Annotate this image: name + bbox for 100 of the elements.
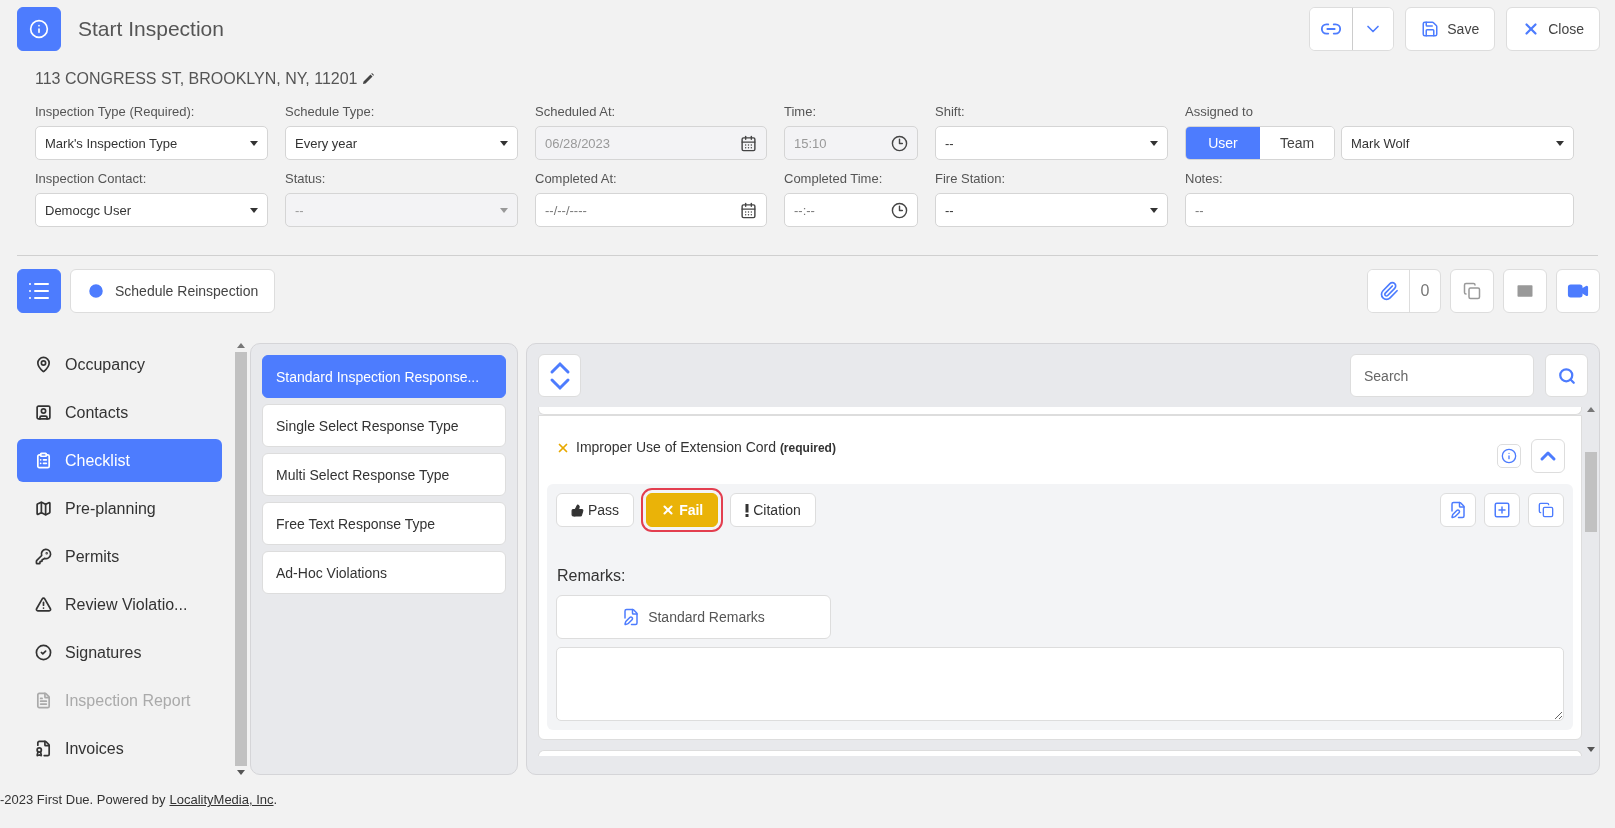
close-button[interactable]: Close [1506, 7, 1600, 51]
section-item[interactable]: Multi Select Response Type [262, 453, 506, 496]
caret-icon [500, 140, 508, 146]
copy-icon [1463, 282, 1481, 300]
menu-button[interactable] [17, 269, 61, 313]
search-button[interactable] [1545, 354, 1588, 397]
collapse-button[interactable] [1531, 439, 1565, 473]
pencil-icon[interactable] [360, 72, 375, 86]
x-icon [661, 503, 676, 517]
save-icon [1421, 20, 1440, 38]
badge-document-icon [35, 740, 52, 757]
select-field[interactable]: Every year [285, 126, 518, 160]
field-label: Inspection Type (Required): [35, 104, 196, 119]
info-icon [29, 19, 49, 39]
sidebar-item[interactable]: Contacts [17, 391, 222, 434]
caret-icon [250, 207, 258, 213]
section-item[interactable]: Standard Inspection Response... [262, 355, 506, 398]
select-field[interactable]: Mark Wolf [1341, 126, 1574, 160]
sidebar-item[interactable]: Review Violatio... [17, 583, 222, 626]
edit-document-icon [1449, 501, 1467, 519]
add-button[interactable] [1484, 493, 1520, 527]
plus-square-icon [1493, 501, 1511, 519]
search-icon [1557, 366, 1576, 385]
clipboard-icon [35, 452, 52, 469]
section-item[interactable]: Single Select Response Type [262, 404, 506, 447]
paperclip-icon [1378, 281, 1399, 301]
response-button[interactable]: Pass [556, 493, 635, 527]
footer-text: -2023 First Due. Powered by [0, 792, 166, 807]
caret-icon [1556, 140, 1564, 146]
section-item[interactable]: Free Text Response Type [262, 502, 506, 545]
field-label: Time: [784, 104, 818, 119]
field-label: Status: [285, 171, 327, 186]
info-button[interactable] [17, 7, 61, 51]
copy-button[interactable] [1528, 493, 1564, 527]
footer-text: . [273, 792, 278, 807]
field-label: Completed At: [535, 171, 618, 186]
field-label: Scheduled At: [535, 104, 617, 119]
check-circle-icon [35, 644, 52, 661]
remarks-label: Remarks: [557, 567, 627, 585]
item-title: Improper Use of Extension Cord (required) [576, 439, 837, 455]
sidebar-item[interactable]: Signatures [17, 631, 222, 674]
expand-collapse-button[interactable] [538, 354, 581, 397]
caret-icon [1150, 140, 1158, 146]
field-label: Fire Station: [935, 171, 1007, 186]
exclamation-icon [745, 503, 750, 517]
email-button[interactable] [1503, 269, 1547, 313]
sidebar-item[interactable]: Pre-planning [17, 487, 222, 530]
page-title: Start Inspection [78, 17, 225, 41]
field-label: Completed Time: [784, 171, 884, 186]
caret-icon [1150, 207, 1158, 213]
caret-icon [250, 140, 258, 146]
map-icon [35, 500, 52, 517]
warning-icon [35, 596, 52, 613]
attach-button[interactable] [1368, 270, 1410, 312]
assign-toggle-option[interactable]: Team [1260, 127, 1334, 159]
section-item[interactable]: Ad-Hoc Violations [262, 551, 506, 594]
select-field[interactable]: -- [935, 193, 1168, 227]
caret-icon [500, 207, 508, 213]
select-field[interactable]: Mark's Inspection Type [35, 126, 268, 160]
standard-remarks-button[interactable]: Standard Remarks [556, 595, 831, 639]
select-field[interactable]: -- [935, 126, 1168, 160]
contact-card-icon [35, 404, 52, 421]
copy-button[interactable] [1450, 269, 1494, 313]
edit-document-icon [622, 608, 641, 626]
date-field[interactable]: --/--/---- [535, 193, 767, 227]
save-button[interactable]: Save [1405, 7, 1496, 51]
map-pin-icon [35, 356, 52, 373]
remarks-field[interactable] [556, 647, 1564, 721]
chevrons-up-down-icon [548, 360, 571, 391]
time-field[interactable]: --:-- [784, 193, 918, 227]
field-label: Inspection Contact: [35, 171, 148, 186]
select-field[interactable]: Democgc User [35, 193, 268, 227]
edit-note-button[interactable] [1440, 493, 1476, 527]
footer-link[interactable]: LocalityMedia, Inc [169, 792, 274, 807]
response-button[interactable]: Citation [730, 493, 816, 527]
sidebar-item[interactable]: Checklist [17, 439, 222, 482]
scrollbar[interactable] [1584, 407, 1597, 752]
sidebar-item[interactable]: Occupancy [17, 343, 222, 386]
assign-toggle-option[interactable]: User [1186, 127, 1260, 159]
field-label: Schedule Type: [285, 104, 376, 119]
sidebar-item[interactable]: Invoices [17, 727, 222, 770]
field-label: Assigned to [1185, 104, 1254, 119]
video-button[interactable] [1556, 269, 1600, 313]
notes-field[interactable]: -- [1185, 193, 1574, 227]
attachment-count: 0 [1419, 281, 1431, 301]
document-icon [35, 692, 52, 709]
field-label: Notes: [1185, 171, 1224, 186]
search-field[interactable]: Search [1350, 354, 1534, 397]
sidebar-item[interactable]: Permits [17, 535, 222, 578]
copy-icon [1538, 502, 1554, 518]
key-icon [35, 548, 52, 565]
x-mark-icon [556, 441, 570, 455]
calendar-icon [740, 201, 757, 219]
field-label: Shift: [935, 104, 966, 119]
info-icon [1501, 448, 1517, 464]
scrollbar[interactable] [234, 343, 247, 775]
thumbs-up-icon [571, 503, 584, 517]
schedule-reinspection-button[interactable]: Schedule Reinspection [70, 269, 276, 313]
calendar-icon [740, 134, 757, 152]
link-split-button[interactable] [1309, 7, 1395, 51]
